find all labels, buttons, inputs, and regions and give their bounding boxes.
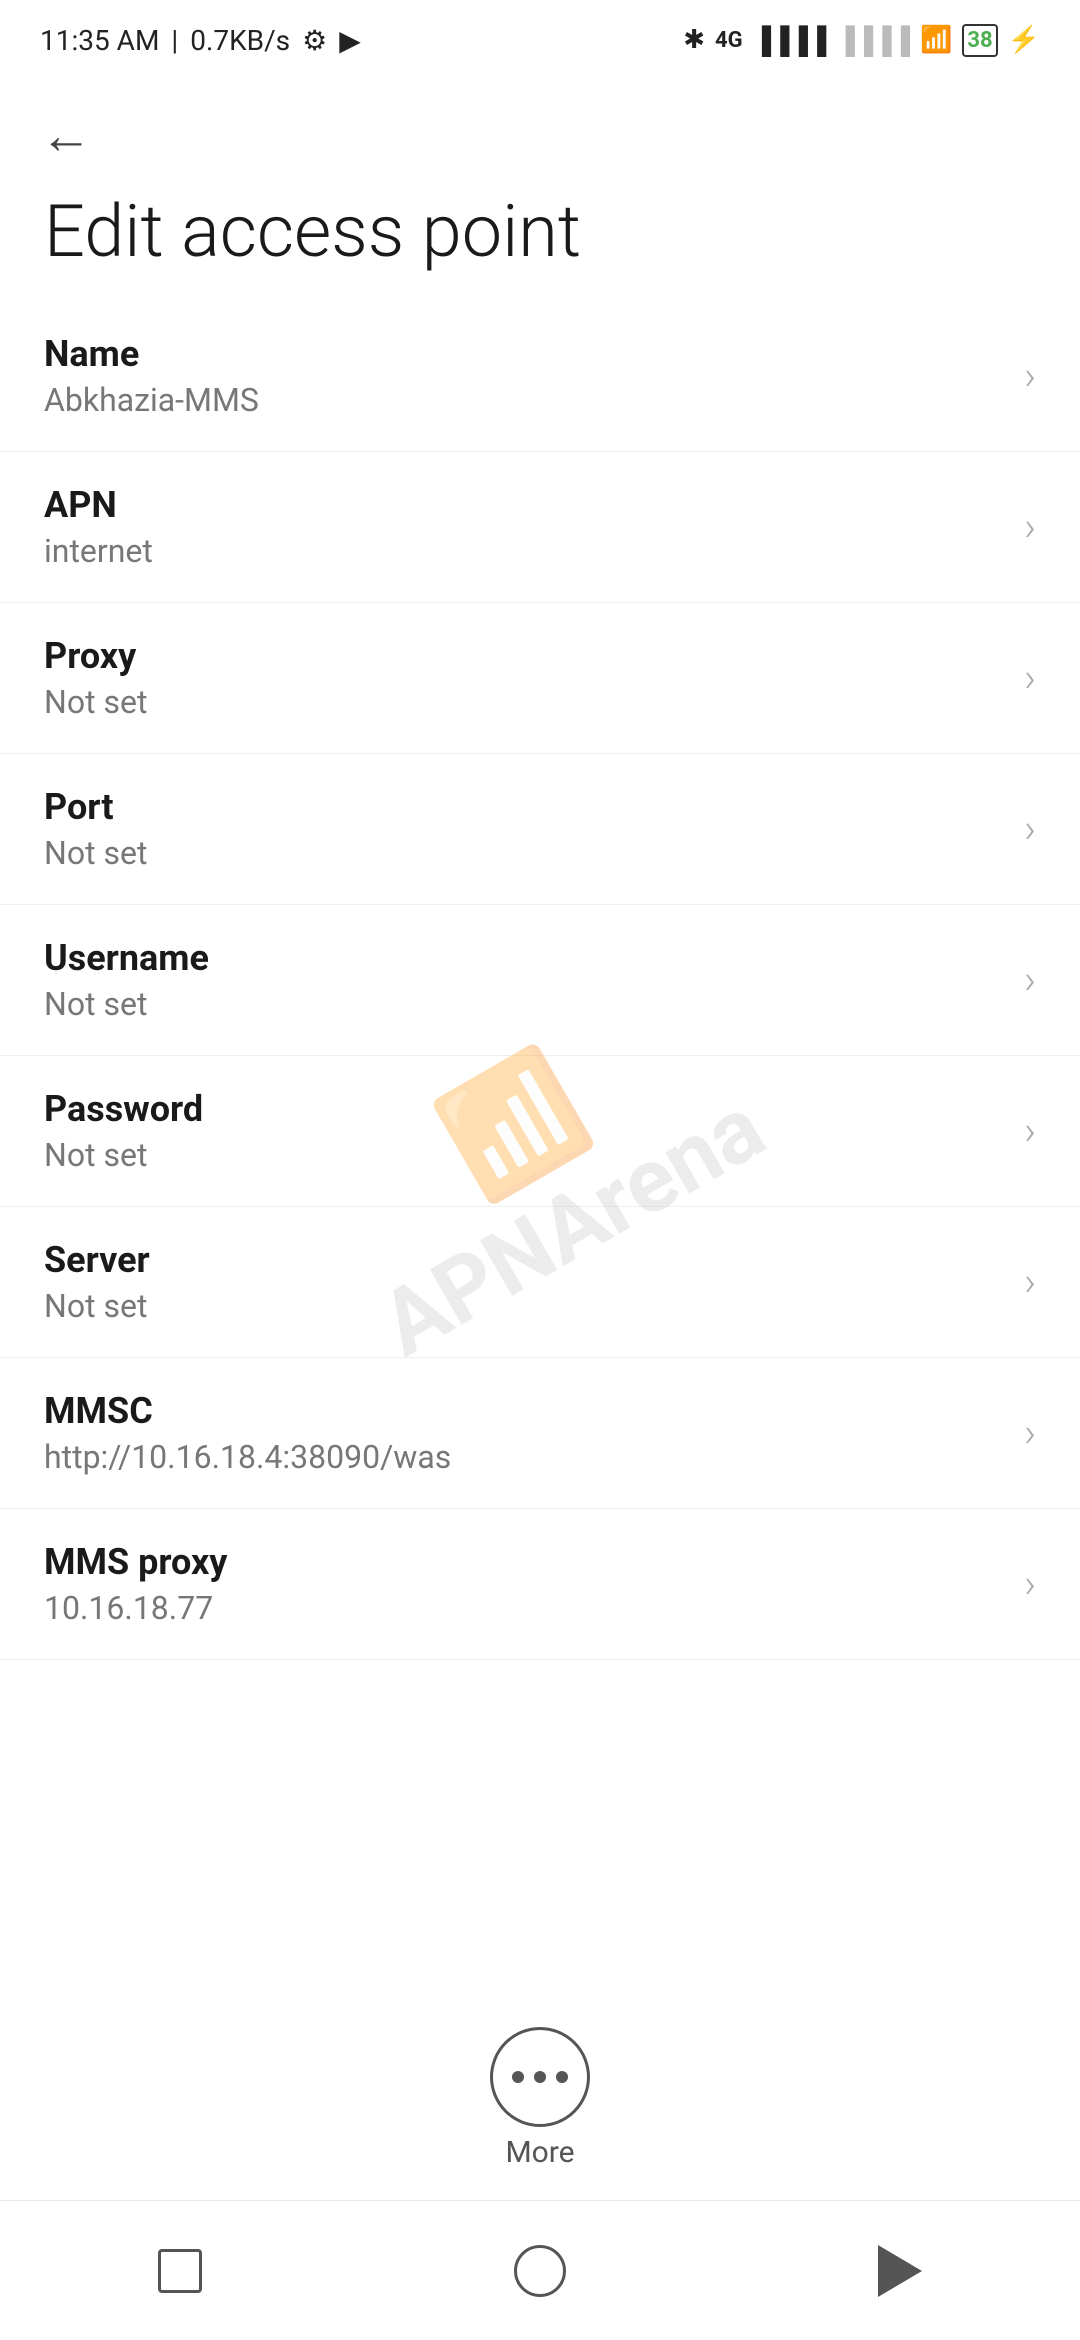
settings-item-content-name: Name Abkhazia-MMS [44, 333, 1024, 419]
settings-item-content-mms-proxy: MMS proxy 10.16.18.77 [44, 1541, 1024, 1627]
status-bar: 11:35 AM | 0.7KB/s ⚙ ▶ ✱ 4G ▐▐▐▐ ▐▐▐▐ 📶 … [0, 0, 1080, 80]
signal-4g-icon: 4G [715, 28, 743, 53]
settings-item-title-server: Server [44, 1239, 1024, 1281]
wifi-icon: 📶 [920, 25, 952, 55]
more-button[interactable]: More [490, 2027, 590, 2170]
chevron-icon-mms-proxy: › [1024, 1564, 1036, 1604]
settings-item-title-apn: APN [44, 484, 1024, 526]
more-circle-icon [490, 2027, 590, 2127]
settings-item-apn[interactable]: APN internet› [0, 452, 1080, 603]
settings-item-value-port: Not set [44, 834, 1024, 872]
settings-list: NameAbkhazia-MMS›APNinternet›ProxyNot se… [0, 301, 1080, 1660]
chevron-icon-port: › [1024, 809, 1036, 849]
separator: | [171, 24, 178, 57]
nav-home-icon [514, 2245, 566, 2297]
settings-item-value-mmsc: http://10.16.18.4:38090/was [44, 1438, 1024, 1476]
settings-item-title-password: Password [44, 1088, 1024, 1130]
settings-item-title-name: Name [44, 333, 1024, 375]
back-arrow-icon: ← [40, 105, 92, 166]
status-left: 11:35 AM | 0.7KB/s ⚙ ▶ [40, 24, 361, 57]
settings-icon: ⚙ [302, 24, 327, 57]
signal-bars2-icon: ▐▐▐▐ [836, 25, 910, 56]
settings-item-value-apn: internet [44, 532, 1024, 570]
settings-item-password[interactable]: Password Not set› [0, 1056, 1080, 1207]
nav-home-button[interactable] [490, 2231, 590, 2311]
settings-item-value-name: Abkhazia-MMS [44, 381, 1024, 419]
settings-item-username[interactable]: Username Not set› [0, 905, 1080, 1056]
more-label: More [505, 2135, 574, 2170]
settings-item-name[interactable]: Name Abkhazia-MMS› [0, 301, 1080, 452]
settings-item-title-proxy: Proxy [44, 635, 1024, 677]
chevron-icon-username: › [1024, 960, 1036, 1000]
settings-item-value-proxy: Not set [44, 683, 1024, 721]
settings-item-content-proxy: Proxy Not set [44, 635, 1024, 721]
back-button[interactable]: ← [0, 80, 1080, 172]
settings-item-content-apn: APN internet [44, 484, 1024, 570]
settings-item-content-password: Password Not set [44, 1088, 1024, 1174]
nav-back-icon [878, 2245, 922, 2297]
chevron-icon-name: › [1024, 356, 1036, 396]
dot-2 [534, 2071, 546, 2083]
chevron-icon-proxy: › [1024, 658, 1036, 698]
bluetooth-icon: ✱ [683, 25, 705, 55]
battery-icon: 38 [962, 24, 997, 57]
settings-item-mms-proxy[interactable]: MMS proxy 10.16.18.77› [0, 1509, 1080, 1660]
settings-item-content-username: Username Not set [44, 937, 1024, 1023]
settings-item-content-mmsc: MMSC http://10.16.18.4:38090/was [44, 1390, 1024, 1476]
charging-icon: ⚡ [1008, 25, 1040, 55]
settings-item-proxy[interactable]: Proxy Not set› [0, 603, 1080, 754]
settings-item-title-mms-proxy: MMS proxy [44, 1541, 1024, 1583]
nav-recents-button[interactable] [130, 2231, 230, 2311]
camera-icon: ▶ [339, 24, 361, 57]
settings-item-content-port: Port Not set [44, 786, 1024, 872]
chevron-icon-mmsc: › [1024, 1413, 1036, 1453]
settings-item-content-server: Server Not set [44, 1239, 1024, 1325]
dot-1 [512, 2071, 524, 2083]
signal-bars-icon: ▐▐▐▐ [753, 25, 827, 56]
nav-bar [0, 2200, 1080, 2340]
nav-back-button[interactable] [850, 2231, 950, 2311]
chevron-icon-apn: › [1024, 507, 1036, 547]
settings-item-title-username: Username [44, 937, 1024, 979]
settings-item-value-server: Not set [44, 1287, 1024, 1325]
chevron-icon-server: › [1024, 1262, 1036, 1302]
settings-item-value-username: Not set [44, 985, 1024, 1023]
settings-item-title-mmsc: MMSC [44, 1390, 1024, 1432]
nav-recents-icon [158, 2249, 202, 2293]
status-right: ✱ 4G ▐▐▐▐ ▐▐▐▐ 📶 38 ⚡ [683, 24, 1040, 57]
settings-item-port[interactable]: Port Not set› [0, 754, 1080, 905]
settings-item-server[interactable]: Server Not set› [0, 1207, 1080, 1358]
page-title: Edit access point [0, 172, 1080, 301]
dot-3 [556, 2071, 568, 2083]
settings-item-title-port: Port [44, 786, 1024, 828]
settings-item-mmsc[interactable]: MMSC http://10.16.18.4:38090/was› [0, 1358, 1080, 1509]
settings-item-value-mms-proxy: 10.16.18.77 [44, 1589, 1024, 1627]
network-speed: 0.7KB/s [190, 24, 290, 57]
settings-item-value-password: Not set [44, 1136, 1024, 1174]
time: 11:35 AM [40, 24, 159, 57]
more-dots-icon [512, 2071, 568, 2083]
chevron-icon-password: › [1024, 1111, 1036, 1151]
